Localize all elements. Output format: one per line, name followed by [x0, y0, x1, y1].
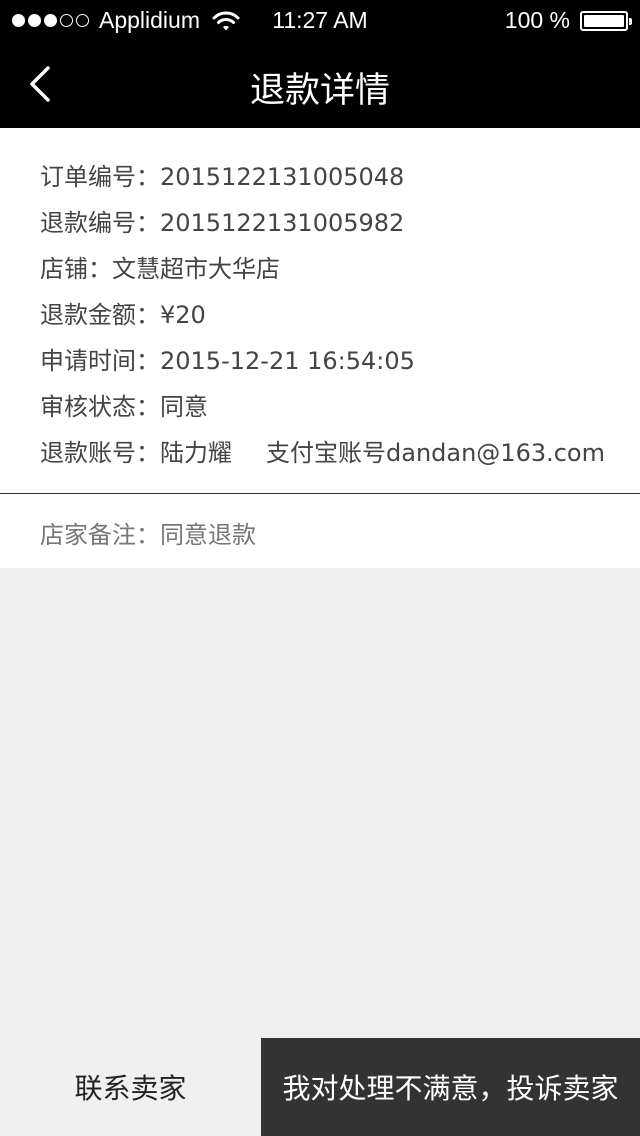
account-detail: 支付宝账号dandan@163.com	[266, 439, 605, 467]
refund-info-panel: 订单编号：2015122131005048 退款编号：2015122131005…	[0, 128, 640, 493]
complain-seller-button[interactable]: 我对处理不满意，投诉卖家	[261, 1038, 640, 1136]
order-number-label: 订单编号：	[40, 163, 160, 191]
contact-seller-button[interactable]: 联系卖家	[0, 1038, 261, 1136]
apply-time-label: 申请时间：	[40, 347, 160, 375]
order-number-row: 订单编号：2015122131005048	[40, 157, 404, 192]
account-holder-name: 陆力耀	[160, 439, 232, 467]
seller-note-panel: 店家备注：同意退款	[0, 494, 640, 568]
battery-icon	[580, 10, 632, 31]
refund-account-row: 退款账号：陆力耀 支付宝账号dandan@163.com	[40, 433, 605, 468]
seller-note-value: 同意退款	[160, 521, 256, 549]
battery-percent: 100 %	[504, 7, 570, 33]
status-right: 100 %	[504, 7, 632, 34]
review-status-row: 审核状态：同意	[40, 387, 208, 422]
seller-note-label: 店家备注：	[40, 521, 160, 549]
navigation-bar: 退款详情	[0, 40, 640, 128]
refund-detail-screen: Applidium 11:27 AM 100 % 退款详情 订单编号：20151…	[0, 0, 640, 1136]
battery-level-fill	[584, 14, 624, 27]
shop-row: 店铺：文慧超市大华店	[40, 249, 280, 284]
refund-number-value: 2015122131005982	[160, 209, 405, 237]
status-bar: Applidium 11:27 AM 100 %	[0, 0, 640, 40]
review-status-label: 审核状态：	[40, 393, 160, 421]
refund-number-row: 退款编号：2015122131005982	[40, 203, 404, 238]
shop-value: 文慧超市大华店	[112, 255, 280, 283]
review-status-value: 同意	[160, 393, 208, 421]
refund-amount-value: ¥20	[160, 301, 206, 329]
refund-amount-row: 退款金额：¥20	[40, 295, 206, 330]
refund-amount-label: 退款金额：	[40, 301, 160, 329]
refund-account-label: 退款账号：	[40, 439, 160, 467]
seller-note-row: 店家备注：同意退款	[40, 515, 256, 550]
refund-number-label: 退款编号：	[40, 209, 160, 237]
order-number-value: 2015122131005048	[160, 163, 405, 191]
shop-label: 店铺：	[40, 255, 112, 283]
page-title: 退款详情	[249, 71, 390, 111]
apply-time-value: 2015-12-21 16:54:05	[160, 347, 415, 375]
apply-time-row: 申请时间：2015-12-21 16:54:05	[40, 341, 415, 376]
bottom-action-bar: 联系卖家 我对处理不满意，投诉卖家	[0, 1038, 640, 1136]
